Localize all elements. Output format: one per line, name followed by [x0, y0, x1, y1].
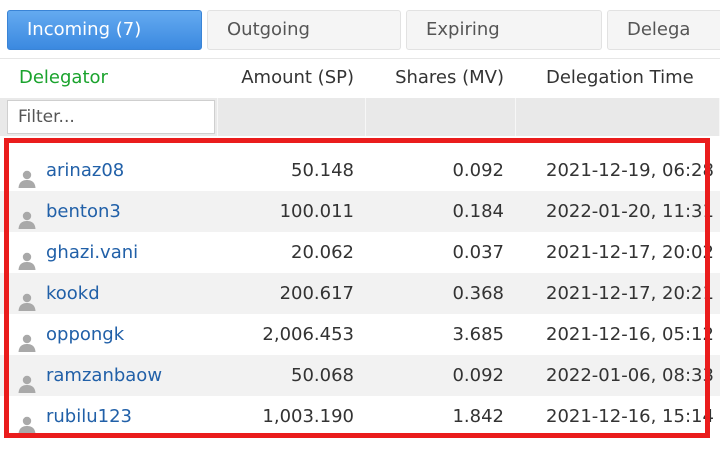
delegator-link[interactable]: oppongk — [46, 314, 124, 355]
delegator-link[interactable]: ghazi.vani — [46, 232, 138, 273]
filter-row — [0, 98, 720, 136]
delegation-time-cell: 2021-12-17, 20:21 — [546, 283, 714, 304]
delegator-filter-input[interactable] — [7, 100, 215, 134]
delegation-time-cell: 2022-01-06, 08:33 — [546, 365, 714, 386]
tab-bar: Incoming (7) Outgoing Expiring Delega — [0, 0, 720, 58]
table-row: rubilu123 1,003.190 1.842 2021-12-16, 15:14 — [0, 396, 720, 437]
column-header-amount[interactable]: Amount (SP) — [216, 59, 354, 99]
delegator-link[interactable]: benton3 — [46, 191, 121, 232]
delegation-time-cell: 2021-12-16, 15:14 — [546, 406, 714, 427]
delegator-link[interactable]: ramzanbaow — [46, 355, 162, 396]
shares-cell: 0.092 — [452, 365, 504, 386]
shares-cell: 0.368 — [452, 283, 504, 304]
column-header-shares[interactable]: Shares (MV) — [366, 59, 504, 99]
table-row: ghazi.vani 20.062 0.037 2021-12-17, 20:02 — [0, 232, 720, 273]
table-row: oppongk 2,006.453 3.685 2021-12-16, 05:12 — [0, 314, 720, 355]
table-row: kookd 200.617 0.368 2021-12-17, 20:21 — [0, 273, 720, 314]
filter-cell — [366, 98, 516, 136]
table-row: ramzanbaow 50.068 0.092 2022-01-06, 08:33 — [0, 355, 720, 396]
user-avatar-icon — [17, 162, 37, 188]
user-avatar-icon — [17, 367, 37, 393]
table-row: benton3 100.011 0.184 2022-01-20, 11:31 — [0, 191, 720, 232]
tab-expiring[interactable]: Expiring — [406, 10, 602, 50]
amount-cell: 50.068 — [291, 365, 354, 386]
tab-outgoing[interactable]: Outgoing — [207, 10, 401, 50]
delegator-link[interactable]: arinaz08 — [46, 150, 124, 191]
delegation-time-cell: 2021-12-17, 20:02 — [546, 242, 714, 263]
amount-cell: 1,003.190 — [262, 406, 354, 427]
delegation-time-cell: 2021-12-19, 06:28 — [546, 160, 714, 181]
amount-cell: 20.062 — [291, 242, 354, 263]
user-avatar-icon — [17, 285, 37, 311]
user-avatar-icon — [17, 244, 37, 270]
amount-cell: 100.011 — [279, 201, 354, 222]
delegation-time-cell: 2022-01-20, 11:31 — [546, 201, 714, 222]
user-avatar-icon — [17, 408, 37, 434]
table-row: arinaz08 50.148 0.092 2021-12-19, 06:28 — [0, 150, 720, 191]
delegator-link[interactable]: kookd — [46, 273, 100, 314]
tab-delegations[interactable]: Delega — [607, 10, 720, 50]
tab-incoming[interactable]: Incoming (7) — [7, 10, 202, 50]
delegation-time-cell: 2021-12-16, 05:12 — [546, 324, 714, 345]
filter-cell — [516, 98, 720, 136]
shares-cell: 1.842 — [452, 406, 504, 427]
column-header-delegator[interactable]: Delegator — [19, 59, 209, 99]
shares-cell: 0.184 — [452, 201, 504, 222]
amount-cell: 50.148 — [291, 160, 354, 181]
column-header-delegation-time[interactable]: Delegation Time — [546, 59, 716, 99]
shares-cell: 0.092 — [452, 160, 504, 181]
user-avatar-icon — [17, 203, 37, 229]
table-header: Delegator Amount (SP) Shares (MV) Delega… — [0, 58, 720, 99]
shares-cell: 3.685 — [452, 324, 504, 345]
amount-cell: 2,006.453 — [262, 324, 354, 345]
amount-cell: 200.617 — [279, 283, 354, 304]
shares-cell: 0.037 — [452, 242, 504, 263]
delegator-link[interactable]: rubilu123 — [46, 396, 132, 437]
user-avatar-icon — [17, 326, 37, 352]
filter-cell — [218, 98, 366, 136]
